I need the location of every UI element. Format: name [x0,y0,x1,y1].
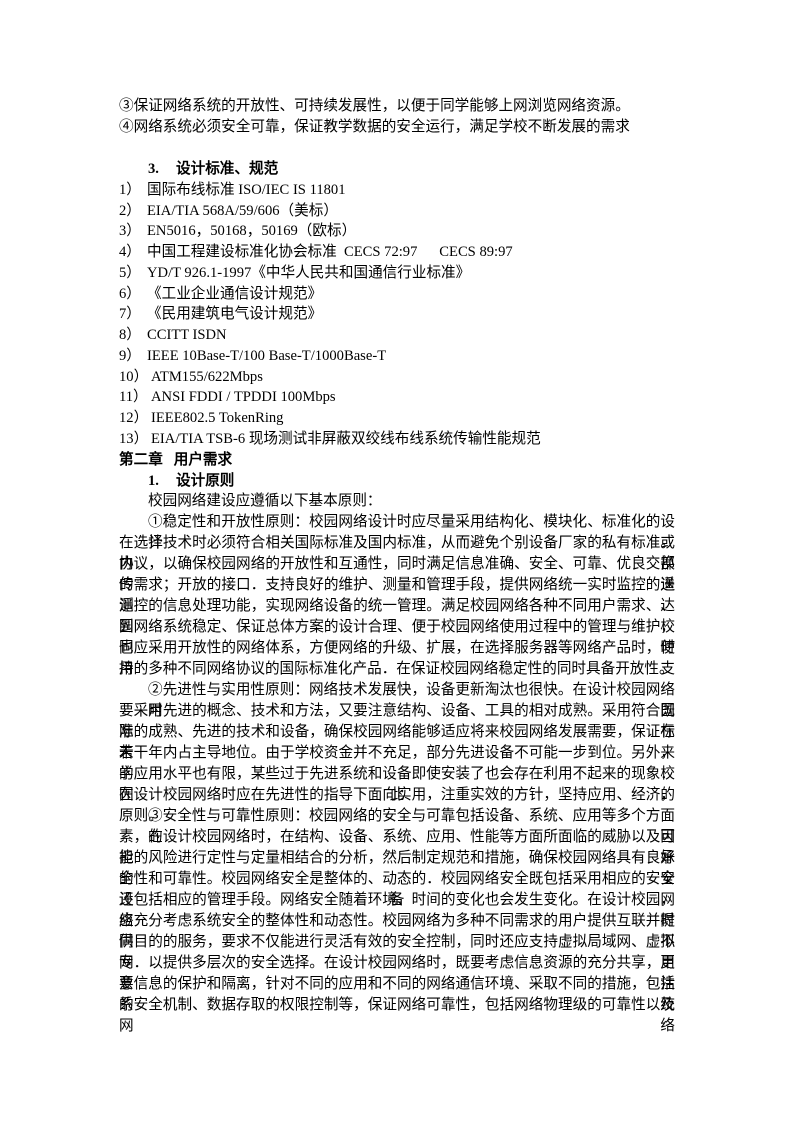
principles-intro: 校园网络建设应遵循以下基本原则： [148,493,382,509]
section-1-heading: 1. 设计原则 [148,471,234,492]
section-3-heading: 3. 设计标准、规范 [148,159,278,180]
list-item: 11） ANSI FDDI / TPDDI 100Mbps [119,389,336,405]
paragraph-line: 持的多种不同网络协议的国际标准化产品．在保证校园网络稳定性的同时具备开放性。 [119,661,674,677]
list-item: 1） 国际布线标准 ISO/IEC IS 11801 [119,182,346,198]
list-item: 12） IEEE802.5 TokenRing [119,410,284,426]
list-item: 5） YD/T 926.1-1997《中华人民共和国通信行业标准》 [119,265,471,281]
section-title: 设计标准、规范 [176,161,279,177]
chapter-2-heading: 第二章 用户需求 [119,452,233,468]
paragraph-line: 的安全机制、数据存取的权限控制等，保证网络可靠性，包括网络物理级的可靠性以及网络 [119,997,675,1034]
intro-item-4: ④网络系统必须安全可靠，保证教学数据的安全运行，满足学校不断发展的需求 [119,119,630,135]
list-item: 3） EN5016，50168，50169（欧标） [119,223,357,239]
list-item: 8） CCITT ISDN [119,327,227,343]
list-item: 6） 《工业企业通信设计规范》 [119,286,323,302]
list-item: 2） EIA/TIA 568A/59/606（美标） [119,203,338,219]
list-item: 7） 《民用建筑电气设计规范》 [119,306,323,322]
list-item: 13） EIA/TIA TSB-6 现场测试非屏蔽双绞线布线系统传输性能规范 [119,431,541,447]
section-title: 设计原则 [176,473,235,489]
section-number: 1. [148,473,159,489]
list-item: 4） 中国工程建设标准化协会标准 CECS 72:97 CECS 89:97 [119,244,513,260]
list-item: 9） IEEE 10Base-T/100 Base-T/1000Base-T [119,348,387,364]
intro-item-3: ③保证网络系统的开放性、可持续发展性，以便于同学能够上网浏览网络资源。 [119,98,630,114]
section-number: 3. [148,161,159,177]
document-page: ③保证网络系统的开放性、可持续发展性，以便于同学能够上网浏览网络资源。 ④网络系… [0,0,794,1123]
list-item: 10） ATM155/622Mbps [119,369,263,385]
